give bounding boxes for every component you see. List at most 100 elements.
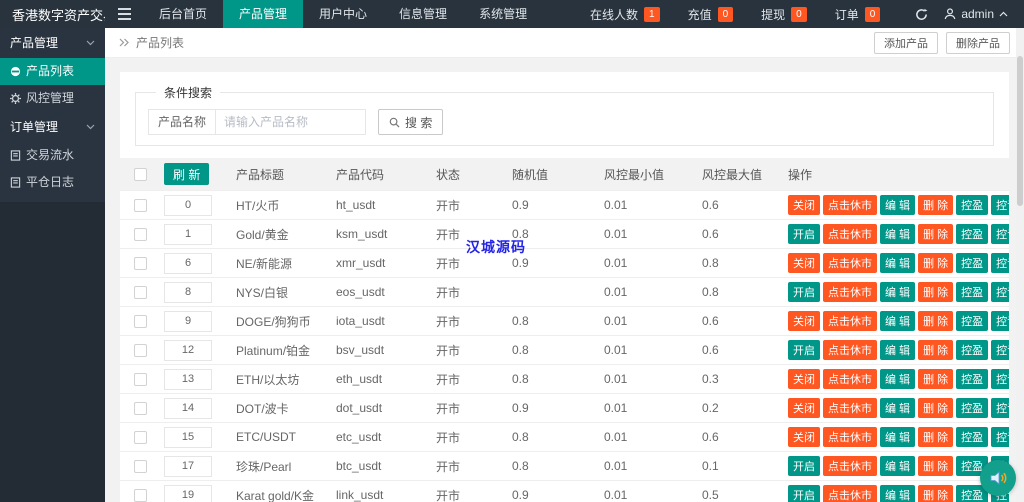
control-loss-button[interactable]: 控亏 <box>991 369 1009 389</box>
row-checkbox[interactable] <box>134 314 147 328</box>
nav-item-dashboard[interactable]: 后台首页 <box>143 0 223 28</box>
delete-button[interactable]: 删 除 <box>918 340 954 360</box>
delete-button[interactable]: 删 除 <box>918 282 954 302</box>
toggle-market-button[interactable]: 开启 <box>788 282 820 302</box>
delete-button[interactable]: 删 除 <box>918 224 954 244</box>
control-loss-button[interactable]: 控亏 <box>991 224 1009 244</box>
sort-order-input[interactable] <box>164 368 212 390</box>
pause-market-button[interactable]: 点击休市 <box>823 485 877 502</box>
pause-market-button[interactable]: 点击休市 <box>823 427 877 447</box>
delete-button[interactable]: 删 除 <box>918 427 954 447</box>
sort-order-input[interactable] <box>164 455 212 477</box>
sidebar-group-product-management[interactable]: 产品管理 <box>0 28 105 58</box>
sort-order-input[interactable] <box>164 281 212 303</box>
edit-button[interactable]: 编 辑 <box>880 282 916 302</box>
pause-market-button[interactable]: 点击休市 <box>823 224 877 244</box>
toggle-market-button[interactable]: 关闭 <box>788 369 820 389</box>
sort-order-input[interactable] <box>164 397 212 419</box>
pause-market-button[interactable]: 点击休市 <box>823 253 877 273</box>
edit-button[interactable]: 编 辑 <box>880 369 916 389</box>
sidebar-item-trade-flow[interactable]: 交易流水 <box>0 142 105 169</box>
delete-button[interactable]: 删 除 <box>918 195 954 215</box>
control-loss-button[interactable]: 控亏 <box>991 311 1009 331</box>
toggle-market-button[interactable]: 关闭 <box>788 253 820 273</box>
toggle-market-button[interactable]: 关闭 <box>788 311 820 331</box>
sort-order-input[interactable] <box>164 484 212 502</box>
edit-button[interactable]: 编 辑 <box>880 311 916 331</box>
sort-order-input[interactable] <box>164 339 212 361</box>
refresh-button[interactable]: 刷 新 <box>164 163 210 185</box>
control-profit-button[interactable]: 控盈 <box>956 427 989 447</box>
toggle-market-button[interactable]: 开启 <box>788 485 820 502</box>
nav-item-system-management[interactable]: 系统管理 <box>463 0 543 28</box>
delete-button[interactable]: 删 除 <box>918 311 954 331</box>
sidebar-item-product-list[interactable]: 产品列表 <box>0 58 105 85</box>
refresh-icon[interactable] <box>908 0 934 28</box>
control-profit-button[interactable]: 控盈 <box>956 369 989 389</box>
control-profit-button[interactable]: 控盈 <box>956 253 989 273</box>
sidebar-item-risk-management[interactable]: 风控管理 <box>0 85 105 112</box>
delete-button[interactable]: 删 除 <box>918 253 954 273</box>
pause-market-button[interactable]: 点击休市 <box>823 311 877 331</box>
control-loss-button[interactable]: 控亏 <box>991 398 1009 418</box>
sort-order-input[interactable] <box>164 310 212 332</box>
control-profit-button[interactable]: 控盈 <box>956 282 989 302</box>
nav-item-product-management[interactable]: 产品管理 <box>223 0 304 28</box>
edit-button[interactable]: 编 辑 <box>880 427 916 447</box>
delete-button[interactable]: 删 除 <box>918 398 954 418</box>
nav-item-user-center[interactable]: 用户中心 <box>303 0 383 28</box>
row-checkbox[interactable] <box>134 372 147 386</box>
toggle-market-button[interactable]: 开启 <box>788 224 820 244</box>
add-product-button[interactable]: 添加产品 <box>874 31 938 54</box>
row-checkbox[interactable] <box>134 256 147 270</box>
toggle-market-button[interactable]: 开启 <box>788 340 820 360</box>
toggle-market-button[interactable]: 关闭 <box>788 398 820 418</box>
stat-online-users[interactable]: 在线人数 1 <box>590 6 660 23</box>
control-loss-button[interactable]: 控亏 <box>991 282 1009 302</box>
sort-order-input[interactable] <box>164 426 212 448</box>
pause-market-button[interactable]: 点击休市 <box>823 456 877 476</box>
sort-order-input[interactable] <box>164 223 212 245</box>
pause-market-button[interactable]: 点击休市 <box>823 340 877 360</box>
sort-order-input[interactable] <box>164 194 212 216</box>
select-all-checkbox[interactable] <box>134 167 147 181</box>
delete-button[interactable]: 删 除 <box>918 485 954 502</box>
row-checkbox[interactable] <box>134 459 147 473</box>
search-button[interactable]: 搜 索 <box>378 109 444 135</box>
control-profit-button[interactable]: 控盈 <box>956 398 989 418</box>
delete-button[interactable]: 删 除 <box>918 456 954 476</box>
control-loss-button[interactable]: 控亏 <box>991 253 1009 273</box>
pause-market-button[interactable]: 点击休市 <box>823 195 877 215</box>
control-loss-button[interactable]: 控亏 <box>991 340 1009 360</box>
pause-market-button[interactable]: 点击休市 <box>823 282 877 302</box>
pause-market-button[interactable]: 点击休市 <box>823 398 877 418</box>
row-checkbox[interactable] <box>134 343 147 357</box>
sort-order-input[interactable] <box>164 252 212 274</box>
row-checkbox[interactable] <box>134 198 147 212</box>
stat-deposits[interactable]: 充值 0 <box>688 6 734 23</box>
pause-market-button[interactable]: 点击休市 <box>823 369 877 389</box>
stat-orders[interactable]: 订单 0 <box>835 6 881 23</box>
row-checkbox[interactable] <box>134 401 147 415</box>
toggle-market-button[interactable]: 关闭 <box>788 427 820 447</box>
edit-button[interactable]: 编 辑 <box>880 485 916 502</box>
sidebar-item-close-position-log[interactable]: 平仓日志 <box>0 169 105 196</box>
page-scrollbar-thumb[interactable] <box>1017 56 1023 206</box>
hamburger-icon[interactable] <box>109 0 139 28</box>
row-checkbox[interactable] <box>134 430 147 444</box>
control-profit-button[interactable]: 控盈 <box>956 340 989 360</box>
row-checkbox[interactable] <box>134 285 147 299</box>
edit-button[interactable]: 编 辑 <box>880 253 916 273</box>
edit-button[interactable]: 编 辑 <box>880 398 916 418</box>
stat-withdrawals[interactable]: 提现 0 <box>761 6 807 23</box>
control-loss-button[interactable]: 控亏 <box>991 427 1009 447</box>
edit-button[interactable]: 编 辑 <box>880 340 916 360</box>
control-profit-button[interactable]: 控盈 <box>956 311 989 331</box>
toggle-market-button[interactable]: 关闭 <box>788 195 820 215</box>
delete-product-button[interactable]: 删除产品 <box>946 31 1010 54</box>
row-checkbox[interactable] <box>134 227 147 241</box>
nav-item-info-management[interactable]: 信息管理 <box>383 0 463 28</box>
toggle-market-button[interactable]: 开启 <box>788 456 820 476</box>
edit-button[interactable]: 编 辑 <box>880 456 916 476</box>
sound-button[interactable] <box>980 460 1016 496</box>
